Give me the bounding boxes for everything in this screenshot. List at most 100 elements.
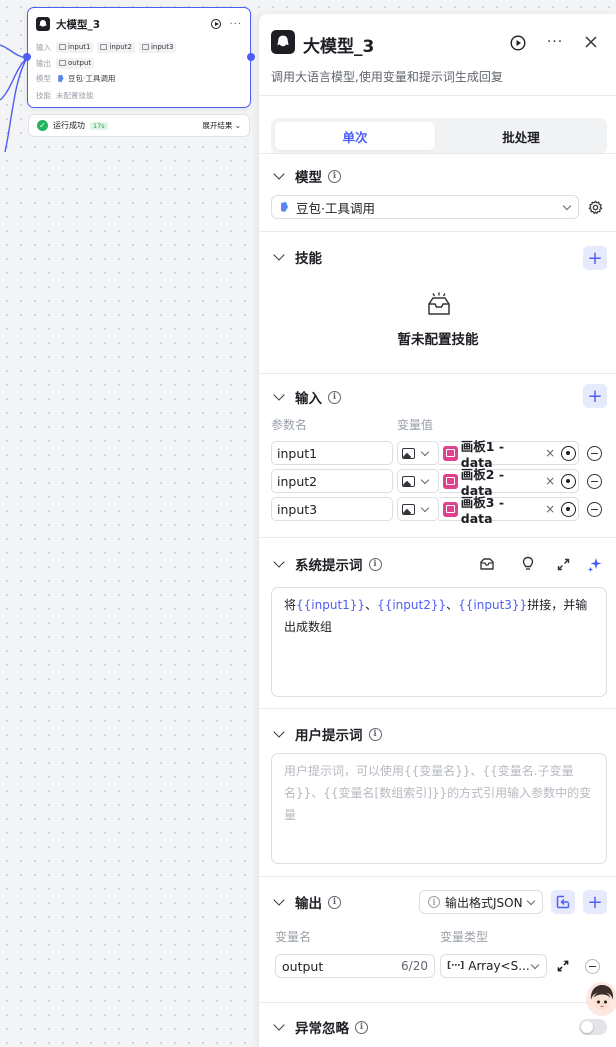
- pick-variable-icon[interactable]: [561, 473, 576, 489]
- node-run-icon[interactable]: [211, 19, 222, 29]
- user-prompt-section-header[interactable]: 用户提示词 i: [271, 723, 382, 745]
- inputs-section-header[interactable]: 输入 i: [271, 386, 341, 408]
- run-status: 运行成功: [53, 121, 85, 130]
- run-result-bar[interactable]: ✓ 运行成功 17s 展开结果 ⌄: [28, 114, 250, 137]
- gear-icon: [588, 200, 602, 214]
- node-more-icon[interactable]: ···: [229, 19, 242, 30]
- panel-title[interactable]: 大模型_3: [303, 32, 374, 57]
- mode-tabs: 单次 批处理: [271, 118, 607, 154]
- remove-reference-icon[interactable]: ×: [545, 502, 555, 516]
- exception-section-header[interactable]: 异常忽略 i: [271, 1016, 368, 1038]
- run-duration-badge: 17s: [90, 121, 108, 130]
- info-icon[interactable]: i: [355, 1020, 368, 1034]
- array-icon: [⋯]: [447, 961, 465, 971]
- variable-reference-chip[interactable]: 画板2 - data ×: [443, 467, 561, 498]
- output-format-select[interactable]: i 输出格式JSON: [419, 890, 543, 914]
- prompt-variable: {{input1}}: [296, 598, 366, 612]
- chevron-down-icon: [273, 726, 285, 738]
- param-reference-field[interactable]: 画板1 - data ×: [439, 439, 579, 470]
- ignore-exception-toggle[interactable]: [579, 1019, 607, 1035]
- model-section-header[interactable]: 模型 i: [271, 165, 341, 187]
- run-node-button[interactable]: [509, 34, 527, 52]
- param-reference-field[interactable]: 画板2 - data ×: [439, 467, 579, 498]
- system-prompt-editor[interactable]: 将{{input1}}、{{input2}}、{{input3}}拼接，并输出成…: [271, 587, 607, 697]
- output-name-input[interactable]: output 6/20: [275, 954, 435, 978]
- import-json-button[interactable]: [551, 890, 575, 914]
- empty-inbox-icon: [425, 292, 453, 322]
- node-input-chip: input1: [56, 41, 94, 53]
- remove-input-button[interactable]: [587, 474, 602, 489]
- import-icon: [556, 895, 570, 909]
- prompt-tips-button[interactable]: [519, 555, 537, 573]
- chevron-down-icon: [273, 168, 285, 180]
- remove-output-button[interactable]: [585, 959, 600, 974]
- workflow-canvas[interactable]: 大模型_3 ··· 输入 input1 input2 input3 输出 out…: [0, 0, 258, 1047]
- play-icon: [510, 35, 526, 51]
- system-prompt-section-header[interactable]: 系统提示词 i: [271, 553, 382, 575]
- node-input-port[interactable]: [23, 53, 31, 61]
- add-input-button[interactable]: +: [583, 384, 607, 408]
- remove-input-button[interactable]: [587, 502, 602, 517]
- char-counter: 6/20: [401, 959, 428, 973]
- model-select[interactable]: 豆包·工具调用: [271, 195, 579, 219]
- param-type-select[interactable]: [397, 469, 439, 493]
- variable-reference-chip[interactable]: 画板1 - data ×: [443, 439, 561, 470]
- connection-lines: [0, 44, 28, 153]
- param-reference-field[interactable]: 画板3 - data ×: [439, 495, 579, 526]
- prompt-library-button[interactable]: [478, 555, 496, 573]
- chevron-down-icon: [273, 894, 285, 906]
- expand-output-button[interactable]: [554, 957, 572, 975]
- pick-variable-icon[interactable]: [561, 501, 576, 517]
- chevron-down-icon: [562, 201, 572, 210]
- chevron-down-icon: [420, 447, 430, 456]
- output-name-column-header: 变量名: [275, 930, 312, 944]
- close-button[interactable]: [582, 33, 600, 51]
- llm-node-card[interactable]: 大模型_3 ··· 输入 input1 input2 input3 输出 out…: [23, 7, 255, 108]
- info-icon[interactable]: i: [328, 169, 341, 183]
- model-settings-button[interactable]: [586, 198, 604, 216]
- more-icon[interactable]: ···: [545, 33, 565, 51]
- info-icon[interactable]: i: [368, 557, 382, 571]
- panel-description: 调用大语言模型,使用变量和提示词生成回复: [271, 70, 503, 84]
- param-type-select[interactable]: [397, 441, 439, 465]
- remove-reference-icon[interactable]: ×: [545, 446, 555, 460]
- node-title: 大模型_3: [56, 18, 101, 31]
- node-output-port[interactable]: [247, 53, 255, 61]
- node-skills-value: 未配置技能: [56, 90, 94, 100]
- tab-batch[interactable]: 批处理: [439, 122, 603, 150]
- param-name-input[interactable]: input2: [271, 469, 393, 493]
- chevron-down-icon: [530, 960, 540, 969]
- sparkle-icon: [588, 558, 602, 572]
- info-icon[interactable]: i: [328, 390, 341, 404]
- canvas-board-icon: [443, 501, 458, 517]
- output-section-header[interactable]: 输出 i: [271, 891, 341, 913]
- prompt-variable: {{input3}}: [458, 598, 528, 612]
- info-icon[interactable]: i: [368, 727, 382, 741]
- ai-optimize-button[interactable]: [586, 555, 604, 573]
- add-output-button[interactable]: +: [583, 890, 607, 914]
- skills-section-header[interactable]: 技能: [271, 246, 322, 268]
- expand-result-button[interactable]: 展开结果 ⌄: [202, 120, 241, 131]
- user-prompt-editor[interactable]: 用户提示词，可以使用{{变量名}}、{{变量名.子变量名}}、{{变量名[数组索…: [271, 753, 607, 864]
- assistant-avatar[interactable]: [586, 982, 616, 1016]
- remove-reference-icon[interactable]: ×: [545, 474, 555, 488]
- info-icon[interactable]: i: [328, 895, 341, 909]
- chevron-down-icon: [273, 1019, 285, 1031]
- variable-reference-chip[interactable]: 画板3 - data ×: [443, 495, 561, 526]
- expand-editor-button[interactable]: [554, 555, 572, 573]
- expand-icon: [557, 960, 569, 972]
- param-type-select[interactable]: [397, 497, 439, 521]
- pick-variable-icon[interactable]: [561, 445, 576, 461]
- image-icon: [402, 503, 415, 515]
- success-check-icon: ✓: [37, 120, 48, 131]
- add-skill-button[interactable]: +: [583, 246, 607, 270]
- array-icon: [59, 60, 66, 66]
- tab-single[interactable]: 单次: [275, 122, 435, 150]
- node-output-label: 输出: [36, 58, 51, 68]
- model-selected-value: 豆包·工具调用: [296, 200, 375, 216]
- skills-empty-text: 暂未配置技能: [397, 332, 479, 348]
- param-name-input[interactable]: input1: [271, 441, 393, 465]
- output-type-select[interactable]: [⋯] Array<S...: [440, 954, 547, 978]
- remove-input-button[interactable]: [587, 446, 602, 461]
- param-name-input[interactable]: input3: [271, 497, 393, 521]
